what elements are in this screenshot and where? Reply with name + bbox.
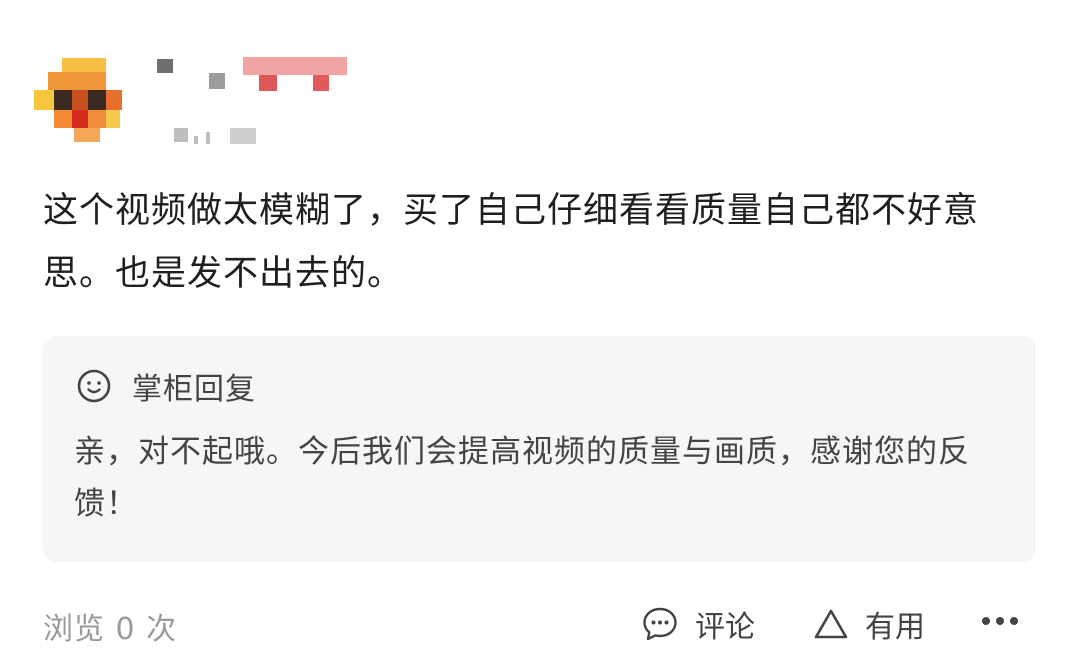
review-text: 这个视频做太模糊了，买了自己仔细看看质量自己都不好意思。也是发不出去的。 bbox=[43, 191, 980, 294]
chat-bubble-icon bbox=[643, 607, 677, 641]
review-footer: 浏览 0 次 评论 有用 bbox=[0, 596, 1080, 650]
smile-face-icon bbox=[77, 369, 111, 403]
username-redacted bbox=[157, 57, 347, 91]
comment-label: 评论 bbox=[695, 610, 755, 645]
useful-label: 有用 bbox=[865, 610, 925, 645]
merchant-reply-box: 掌柜回复 亲，对不起哦。今后我们会提高视频的质量与画质，感谢您的反馈！ bbox=[42, 336, 1036, 562]
comment-button[interactable]: 评论 bbox=[641, 602, 755, 646]
view-count: 浏览 0 次 bbox=[43, 612, 178, 647]
useful-button[interactable]: 有用 bbox=[813, 602, 925, 646]
avatar[interactable] bbox=[34, 54, 130, 150]
triangle-up-icon bbox=[814, 609, 848, 639]
timestamp-redacted bbox=[174, 128, 256, 144]
merchant-reply-text: 亲，对不起哦。今后我们会提高视频的质量与画质，感谢您的反馈！ bbox=[74, 434, 970, 522]
review-card: 这个视频做太模糊了，买了自己仔细看看质量自己都不好意思。也是发不出去的。 掌柜回… bbox=[0, 0, 1080, 650]
merchant-reply-title: 掌柜回复 bbox=[132, 372, 256, 407]
merchant-reply-header: 掌柜回复 bbox=[76, 366, 256, 407]
more-dots-icon[interactable] bbox=[980, 614, 1020, 628]
